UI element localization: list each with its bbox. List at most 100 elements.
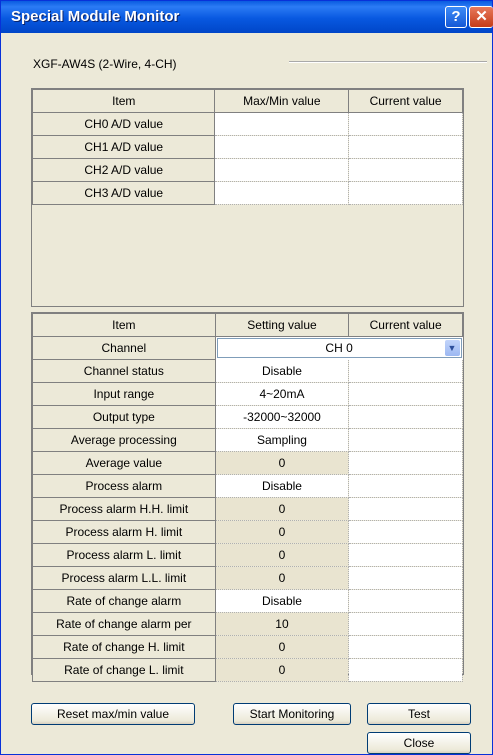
- setting-cell[interactable]: Disable: [215, 359, 350, 383]
- monitor-table: Item Max/Min value Current value CH0 A/D…: [31, 89, 463, 205]
- row-header: CH1 A/D value: [31, 135, 216, 159]
- row-header: Input range: [32, 382, 216, 406]
- current-cell: [348, 382, 463, 406]
- setting-cell[interactable]: 0: [215, 658, 350, 682]
- table-row: Rate of change H. limit 0: [32, 635, 463, 659]
- table-row: Process alarm L.L. limit 0: [32, 566, 463, 590]
- current-cell: [348, 359, 463, 383]
- setting-cell[interactable]: Disable: [215, 589, 350, 613]
- table-row: Rate of change alarm Disable: [32, 589, 463, 613]
- setting-cell[interactable]: 10: [215, 612, 350, 636]
- table-row: Process alarm Disable: [32, 474, 463, 498]
- row-header: CH2 A/D value: [31, 158, 216, 182]
- row-header: Process alarm: [32, 474, 216, 498]
- current-cell: [348, 135, 463, 159]
- row-header: Output type: [32, 405, 216, 429]
- row-header: Process alarm L.L. limit: [32, 566, 216, 590]
- monitor-panel: Item Max/Min value Current value CH0 A/D…: [31, 88, 464, 307]
- current-cell: [348, 635, 463, 659]
- setting-cell[interactable]: Sampling: [215, 428, 350, 452]
- separator: [289, 61, 487, 63]
- monitor-header-row: Item Max/Min value Current value: [31, 89, 463, 113]
- setting-cell[interactable]: 0: [215, 520, 350, 544]
- current-cell: [348, 181, 463, 205]
- start-monitoring-button[interactable]: Start Monitoring: [233, 703, 351, 725]
- setting-cell[interactable]: 0: [215, 543, 350, 567]
- setting-cell[interactable]: -32000~32000: [215, 405, 350, 429]
- table-row: Average value 0: [32, 451, 463, 475]
- current-cell: [348, 112, 463, 136]
- row-header: Process alarm H.H. limit: [32, 497, 216, 521]
- help-icon[interactable]: ?: [445, 6, 467, 28]
- table-row: Process alarm H. limit 0: [32, 520, 463, 544]
- chevron-down-icon[interactable]: ▼: [444, 340, 460, 357]
- setting-cell[interactable]: 0: [215, 451, 350, 475]
- column-header-item: Item: [31, 89, 216, 113]
- maxmin-cell: [214, 181, 350, 205]
- settings-table: Item Setting value Current value Channel…: [32, 313, 463, 682]
- current-cell: [348, 520, 463, 544]
- maxmin-cell: [214, 135, 350, 159]
- table-row: Process alarm L. limit 0: [32, 543, 463, 567]
- column-header-item: Item: [32, 313, 216, 337]
- row-header: Rate of change H. limit: [32, 635, 216, 659]
- close-icon[interactable]: ✕: [469, 6, 493, 28]
- table-row: Output type -32000~32000: [32, 405, 463, 429]
- table-row: Average processing Sampling: [32, 428, 463, 452]
- channel-select-cell: CH 0 ▼: [215, 336, 463, 360]
- row-header: Rate of change alarm per: [32, 612, 216, 636]
- row-header: Channel: [32, 336, 216, 360]
- setting-cell[interactable]: 4~20mA: [215, 382, 350, 406]
- current-cell: [348, 658, 463, 682]
- current-cell: [348, 497, 463, 521]
- column-header-current: Current value: [348, 89, 463, 113]
- row-header: Average value: [32, 451, 216, 475]
- row-header: CH3 A/D value: [31, 181, 216, 205]
- table-row: CH2 A/D value: [31, 158, 463, 182]
- title-bar: Special Module Monitor ? ✕: [1, 1, 493, 33]
- table-row: CH0 A/D value: [31, 112, 463, 136]
- channel-select[interactable]: CH 0 ▼: [216, 338, 462, 359]
- test-button[interactable]: Test: [367, 703, 471, 725]
- settings-header-row: Item Setting value Current value: [32, 313, 463, 337]
- close-button[interactable]: Close: [367, 732, 471, 754]
- current-cell: [348, 451, 463, 475]
- row-header: CH0 A/D value: [31, 112, 216, 136]
- table-row: CH3 A/D value: [31, 181, 463, 205]
- current-cell: [348, 474, 463, 498]
- table-row: Process alarm H.H. limit 0: [32, 497, 463, 521]
- setting-cell[interactable]: 0: [215, 566, 350, 590]
- special-module-monitor-dialog: Special Module Monitor ? ✕ XGF-AW4S (2-W…: [0, 0, 493, 755]
- current-cell: [348, 428, 463, 452]
- current-cell: [348, 612, 463, 636]
- maxmin-cell: [214, 158, 350, 182]
- window-title: Special Module Monitor: [11, 8, 180, 25]
- reset-max-min-button[interactable]: Reset max/min value: [31, 703, 195, 725]
- current-cell: [348, 566, 463, 590]
- setting-cell[interactable]: Disable: [215, 474, 350, 498]
- current-cell: [348, 158, 463, 182]
- table-row: Channel status Disable: [32, 359, 463, 383]
- current-cell: [348, 589, 463, 613]
- table-row: Rate of change L. limit 0: [32, 658, 463, 682]
- setting-cell[interactable]: 0: [215, 497, 350, 521]
- module-label: XGF-AW4S (2-Wire, 4-CH): [33, 57, 177, 71]
- table-row: Rate of change alarm per 10: [32, 612, 463, 636]
- settings-panel: Item Setting value Current value Channel…: [31, 312, 464, 682]
- current-cell: [348, 543, 463, 567]
- channel-row: Channel CH 0 ▼: [32, 336, 463, 360]
- row-header: Process alarm L. limit: [32, 543, 216, 567]
- maxmin-cell: [214, 112, 350, 136]
- channel-select-value: CH 0: [325, 341, 353, 356]
- column-header-maxmin: Max/Min value: [214, 89, 350, 113]
- column-header-setting: Setting value: [214, 313, 350, 337]
- table-row: Input range 4~20mA: [32, 382, 463, 406]
- row-header: Process alarm H. limit: [32, 520, 216, 544]
- current-cell: [348, 405, 463, 429]
- row-header: Average processing: [32, 428, 216, 452]
- row-header: Channel status: [32, 359, 216, 383]
- column-header-current: Current value: [348, 313, 463, 337]
- row-header: Rate of change L. limit: [32, 658, 216, 682]
- setting-cell[interactable]: 0: [215, 635, 350, 659]
- table-row: CH1 A/D value: [31, 135, 463, 159]
